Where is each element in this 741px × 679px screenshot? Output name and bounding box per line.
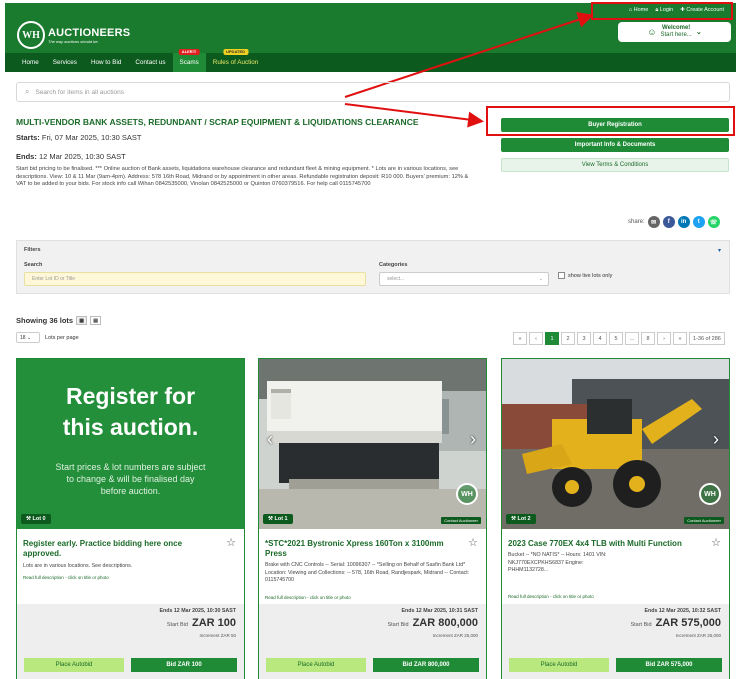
- lots-per-page: 18 ⌄ Lots per page: [16, 332, 79, 343]
- lot-badge: ⚒ Lot 0: [21, 514, 51, 524]
- page-next[interactable]: ›: [657, 332, 671, 345]
- buyer-registration-button[interactable]: Buyer Registration: [501, 118, 729, 132]
- lot-photo[interactable]: ‹ › WH: [259, 359, 486, 529]
- per-page-select[interactable]: 18 ⌄: [16, 332, 40, 343]
- page-prev[interactable]: ‹: [529, 332, 543, 345]
- bid-button[interactable]: Bid ZAR 575,000: [616, 658, 722, 672]
- lot-card[interactable]: ‹ › WH ⚒ Lot 1 Contact Auctioneer *STC*2…: [258, 358, 487, 679]
- whatsapp-icon[interactable]: ☏: [707, 216, 720, 228]
- tlb-image: [502, 359, 729, 529]
- bid-button[interactable]: Bid ZAR 800,000: [373, 658, 479, 672]
- search-placeholder: Search for items in all auctions: [35, 88, 124, 96]
- lots-count: Showing 36 lots ▦ ▤: [16, 316, 102, 325]
- lot-description: Bucket -- *NO NATIS* -- Hours: 1401 VIN:…: [508, 552, 607, 573]
- lot-increment: Increment ZAR 50: [199, 633, 236, 638]
- carousel-next-icon[interactable]: ›: [470, 429, 476, 450]
- promo-subtext: Start prices & lot numbers are subject t…: [55, 462, 206, 496]
- page-1[interactable]: 1: [545, 332, 559, 345]
- press-brake-image: [259, 359, 486, 529]
- lot-start-bid: Start Bid ZAR 100: [166, 617, 236, 629]
- lot-description: Lots are in various locations. See descr…: [23, 563, 133, 569]
- page-4[interactable]: 4: [593, 332, 607, 345]
- promo-panel[interactable]: Register for this auction. Start prices …: [17, 359, 244, 529]
- filters-panel: Filters ▾ Search Enter Lot ID or Title C…: [16, 240, 730, 294]
- read-more-link[interactable]: Read full description - click on title o…: [23, 575, 109, 580]
- lot-badge: ⚒ Lot 1: [263, 514, 293, 524]
- lot-card[interactable]: Register for this auction. Start prices …: [16, 358, 245, 679]
- page-range: 1-36 of 286: [689, 332, 725, 345]
- auction-description: Start bid pricing to be finalised. *** O…: [16, 166, 469, 187]
- lot-title[interactable]: *STC*2021 Bystronic Xpress 160Ton x 3100…: [265, 539, 461, 559]
- page-last[interactable]: »: [673, 332, 687, 345]
- lot-photo[interactable]: › WH: [502, 359, 729, 529]
- filters-title: Filters: [24, 247, 41, 253]
- filter-search-label: Search: [24, 262, 43, 268]
- lot-ends: Ends 12 Mar 2025, 10:31 SAST: [401, 608, 478, 614]
- share-label: share:: [628, 219, 645, 225]
- star-icon[interactable]: ☆: [226, 536, 236, 549]
- lot-bid-panel: Ends 12 Mar 2025, 10:31 SAST Start Bid ZA…: [259, 604, 486, 679]
- share-bar: share: ✉ f in t ☏: [628, 216, 720, 228]
- gavel-icon: ⚒: [268, 516, 273, 522]
- bid-button[interactable]: Bid ZAR 100: [131, 658, 237, 672]
- auction-starts: Starts: Fri, 07 Mar 2025, 10:30 SAST: [16, 133, 142, 142]
- watermark-logo-icon: WH: [456, 483, 478, 505]
- twitter-icon[interactable]: t: [692, 216, 705, 228]
- grid-view-icon[interactable]: ▦: [76, 316, 88, 325]
- auction-title: MULTI-VENDOR BANK ASSETS, REDUNDANT / SC…: [16, 117, 419, 127]
- lot-card[interactable]: › WH ⚒ Lot 2 Contact Auctioneer 2023 Cas…: [501, 358, 730, 679]
- lot-start-bid: Start Bid ZAR 575,000: [630, 617, 721, 629]
- lot-bid-panel: Ends 12 Mar 2025, 10:32 SAST Start Bid ZA…: [502, 604, 729, 679]
- filter-search-input[interactable]: Enter Lot ID or Title: [24, 272, 366, 286]
- lot-ends: Ends 12 Mar 2025, 10:30 SAST: [159, 608, 236, 614]
- category-select[interactable]: select... ⌄: [379, 272, 549, 286]
- lot-start-bid: Start Bid ZAR 800,000: [387, 617, 478, 629]
- place-autobid-button[interactable]: Place Autobid: [24, 658, 124, 672]
- caret-down-icon[interactable]: ▾: [718, 247, 721, 254]
- page-ellipsis: ...: [625, 332, 639, 345]
- live-lots-label: show live lots only: [568, 272, 613, 279]
- carousel-prev-icon[interactable]: ‹: [267, 429, 273, 450]
- live-lots-checkbox[interactable]: [558, 272, 565, 279]
- lot-increment: Increment ZAR 25,000: [432, 633, 478, 638]
- page-first[interactable]: «: [513, 332, 527, 345]
- important-info-button[interactable]: Important Info & Documents: [501, 138, 729, 152]
- lot-description: Brake with CNC Controls -- Serial: 10096…: [265, 562, 470, 583]
- email-icon[interactable]: ✉: [647, 216, 660, 228]
- gavel-icon: ⚒: [511, 516, 516, 522]
- terms-button[interactable]: View Terms & Conditions: [501, 158, 729, 172]
- filter-category-label: Categories: [379, 262, 408, 268]
- contact-auctioneer-button[interactable]: Contact Auctioneer: [441, 517, 481, 524]
- search-icon: ⌕: [25, 87, 30, 96]
- linkedin-icon[interactable]: in: [677, 216, 690, 228]
- pagination: « ‹ 1 2 3 4 5 ... 8 › » 1-36 of 286: [513, 332, 725, 345]
- page-8[interactable]: 8: [641, 332, 655, 345]
- contact-auctioneer-button[interactable]: Contact Auctioneer: [684, 517, 724, 524]
- read-more-link[interactable]: Read full description - click on title o…: [508, 594, 594, 599]
- global-search[interactable]: ⌕ Search for items in all auctions: [16, 82, 730, 102]
- lot-increment: Increment ZAR 25,000: [675, 633, 721, 638]
- page-3[interactable]: 3: [577, 332, 591, 345]
- live-lots-filter[interactable]: show live lots only: [558, 272, 612, 279]
- place-autobid-button[interactable]: Place Autobid: [509, 658, 609, 672]
- page-2[interactable]: 2: [561, 332, 575, 345]
- list-view-icon[interactable]: ▤: [90, 316, 102, 325]
- lot-title[interactable]: Register early. Practice bidding here on…: [23, 539, 219, 559]
- chevron-down-icon: ⌄: [538, 276, 543, 282]
- lot-ends: Ends 12 Mar 2025, 10:32 SAST: [644, 608, 721, 614]
- watermark-logo-icon: WH: [699, 483, 721, 505]
- gavel-icon: ⚒: [26, 516, 31, 522]
- facebook-icon[interactable]: f: [662, 216, 675, 228]
- promo-headline: Register for this auction.: [62, 383, 199, 440]
- carousel-next-icon[interactable]: ›: [713, 429, 719, 450]
- lot-badge: ⚒ Lot 2: [506, 514, 536, 524]
- lot-title[interactable]: 2023 Case 770EX 4x4 TLB with Multi Funct…: [508, 539, 704, 549]
- star-icon[interactable]: ☆: [468, 536, 478, 549]
- read-more-link[interactable]: Read full description - click on title o…: [265, 595, 351, 600]
- lot-bid-panel: Ends 12 Mar 2025, 10:30 SAST Start Bid ZA…: [17, 604, 244, 679]
- star-icon[interactable]: ☆: [711, 536, 721, 549]
- page-5[interactable]: 5: [609, 332, 623, 345]
- place-autobid-button[interactable]: Place Autobid: [266, 658, 366, 672]
- auction-ends: Ends: 12 Mar 2025, 10:30 SAST: [16, 152, 126, 161]
